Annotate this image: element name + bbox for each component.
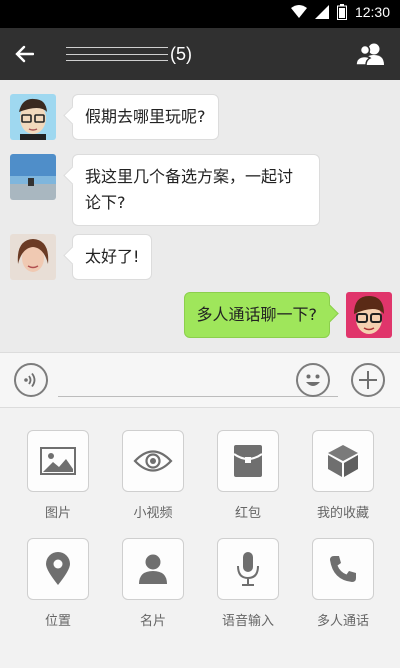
action-tile-box[interactable] [27,430,89,492]
message-row: 我这里几个备选方案，一起讨论下? [10,154,320,226]
message-row: 太好了! [10,234,153,280]
image-icon [40,447,76,475]
member-count: (5) [170,43,192,64]
avatar[interactable] [10,234,56,280]
status-time: 12:30 [354,4,390,20]
voice-waves-icon [24,372,36,388]
back-button[interactable] [6,36,42,72]
smiley-icon [306,374,320,386]
avatar[interactable] [10,94,56,140]
action-label: 红包 [234,506,261,521]
message-bubble[interactable]: 我这里几个备选方案，一起讨论下? [72,154,320,226]
action-tile-box[interactable] [217,430,279,492]
action-tile-box[interactable] [312,430,374,492]
eye-icon [133,450,173,472]
red-packet-icon [233,445,263,477]
avatar-glasses-man [10,94,56,140]
action-tile-favorites[interactable]: 我的收藏 [296,430,390,521]
input-bar [0,352,400,408]
action-tile-box[interactable] [312,538,374,600]
avatar-cartoon-glasses [346,292,392,338]
action-tile-video[interactable]: 小视频 [106,430,200,521]
avatar-self[interactable] [346,292,392,338]
action-tile-box[interactable] [122,430,184,492]
message-bubble[interactable]: 太好了! [72,234,153,280]
action-label: 名片 [139,614,166,629]
signal-icon [314,5,329,19]
chat-area[interactable]: 假期去哪里玩呢? 我这里几个备选方案，一起讨论下? 太好了! 多人通话聊一下? [0,80,400,352]
action-tile-box[interactable] [217,538,279,600]
back-arrow-icon [15,45,34,63]
action-tile-contact-card[interactable]: 名片 [106,538,200,629]
status-icons: 12:30 [290,4,390,20]
chat-title: (5) [66,42,192,66]
action-label: 多人通话 [316,614,369,629]
avatar[interactable] [10,154,56,200]
sent-message-bubble[interactable]: 多人通话聊一下? [183,292,330,338]
action-label: 我的收藏 [316,506,369,521]
location-pin-icon [46,552,70,585]
message-row-sent: 多人通话聊一下? [183,292,392,338]
action-tile-box[interactable] [122,538,184,600]
chat-titlebar: (5) [0,28,400,80]
action-tile-voice-input[interactable]: 语音输入 [201,538,295,629]
action-tile-group-call[interactable]: 多人通话 [296,538,390,629]
action-label: 图片 [44,506,71,521]
more-actions-panel: 图片 小视频 红包 我的收藏 位置 名片 语音输入 多人通话 [0,408,400,668]
action-tile-photo[interactable]: 图片 [11,430,105,521]
avatar-woman-photo [10,234,56,280]
voice-mode-button[interactable] [14,363,48,397]
group-info-button[interactable] [352,38,388,70]
microphone-icon [237,552,259,586]
action-label: 小视频 [133,506,173,521]
phone-icon [330,556,356,582]
redacted-group-name [66,47,168,61]
action-tile-location[interactable]: 位置 [11,538,105,629]
plus-icon [359,371,377,389]
action-label: 位置 [44,614,71,629]
action-tile-box[interactable] [27,538,89,600]
emoji-button[interactable] [296,363,330,397]
person-card-icon [139,554,167,584]
status-bar: 12:30 [0,0,400,28]
cube-icon [328,445,358,477]
avatar-beach-photo [10,154,56,200]
battery-icon [336,4,347,20]
action-tile-red-packet[interactable]: 红包 [201,430,295,521]
message-row: 假期去哪里玩呢? [10,94,219,140]
wifi-icon [290,5,307,18]
message-bubble[interactable]: 假期去哪里玩呢? [72,94,219,140]
more-actions-button[interactable] [351,363,385,397]
action-label: 语音输入 [221,614,274,629]
group-members-icon [355,43,384,66]
